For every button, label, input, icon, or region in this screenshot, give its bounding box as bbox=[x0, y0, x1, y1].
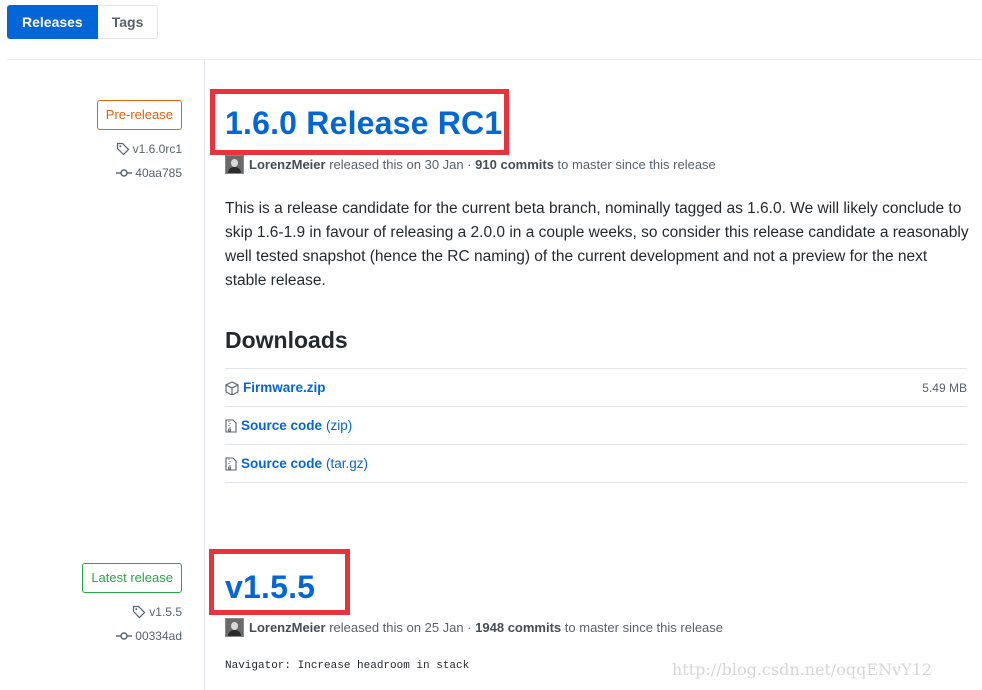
release-tag[interactable]: v1.6.0rc1 bbox=[116, 141, 182, 157]
released-text: released this on 25 Jan · bbox=[325, 619, 476, 635]
release-description: This is a release candidate for the curr… bbox=[225, 200, 969, 289]
tab-releases[interactable]: Releases bbox=[7, 5, 98, 39]
release-notes: Navigator: Increase headroom in stack bbox=[225, 660, 470, 672]
tag-icon bbox=[132, 605, 146, 619]
author-link[interactable]: LorenzMeier bbox=[249, 157, 326, 172]
commit-icon bbox=[116, 168, 133, 178]
file-zip-icon bbox=[225, 418, 237, 433]
download-format[interactable]: (tar.gz) bbox=[326, 456, 368, 471]
download-link[interactable]: Firmware.zip bbox=[243, 380, 326, 395]
release-commit[interactable]: 40aa785 bbox=[116, 165, 182, 181]
download-link[interactable]: Source code bbox=[241, 456, 322, 471]
file-zip-icon bbox=[225, 456, 237, 471]
timeline-divider bbox=[204, 60, 205, 690]
since-text: to master since this release bbox=[561, 619, 724, 635]
highlight-box bbox=[209, 549, 350, 615]
commit-hash[interactable]: 40aa785 bbox=[135, 165, 182, 181]
release-tag[interactable]: v1.5.5 bbox=[132, 604, 182, 620]
downloads-list: Firmware.zip 5.49 MB Source code (zip) S… bbox=[225, 368, 967, 483]
commit-hash[interactable]: 00334ad bbox=[135, 628, 182, 644]
download-format[interactable]: (zip) bbox=[326, 418, 352, 433]
commit-icon bbox=[116, 631, 133, 641]
commits-count[interactable]: 910 commits bbox=[475, 157, 554, 172]
commits-count[interactable]: 1948 commits bbox=[475, 620, 561, 635]
avatar[interactable] bbox=[225, 617, 244, 637]
download-size: 5.49 MB bbox=[922, 380, 967, 395]
author-link[interactable]: LorenzMeier bbox=[249, 620, 326, 635]
tab-tags[interactable]: Tags bbox=[97, 5, 159, 39]
release-commit[interactable]: 00334ad bbox=[116, 628, 182, 644]
header-divider bbox=[7, 59, 982, 60]
prerelease-badge: Pre-release bbox=[96, 100, 182, 130]
avatar[interactable] bbox=[225, 154, 244, 174]
release-byline: LorenzMeier released this on 25 Jan · 19… bbox=[225, 617, 723, 637]
release-byline: LorenzMeier released this on 30 Jan · 91… bbox=[225, 154, 716, 174]
highlight-box bbox=[210, 89, 509, 155]
downloads-heading: Downloads bbox=[225, 327, 348, 353]
download-link[interactable]: Source code bbox=[241, 418, 322, 433]
since-text: to master since this release bbox=[553, 156, 716, 172]
tag-icon bbox=[116, 142, 130, 156]
tag-label[interactable]: v1.5.5 bbox=[149, 604, 182, 620]
latest-release-badge: Latest release bbox=[82, 563, 182, 593]
release-tabs: Releases Tags bbox=[7, 5, 159, 39]
watermark: http://blog.csdn.net/oqqENvY12 bbox=[672, 660, 933, 679]
download-item[interactable]: Source code (tar.gz) bbox=[225, 445, 967, 483]
released-text: released this on 30 Jan · bbox=[325, 156, 476, 172]
package-icon bbox=[225, 380, 239, 395]
download-item[interactable]: Firmware.zip 5.49 MB bbox=[225, 369, 967, 407]
tag-label[interactable]: v1.6.0rc1 bbox=[133, 141, 182, 157]
download-item[interactable]: Source code (zip) bbox=[225, 407, 967, 445]
